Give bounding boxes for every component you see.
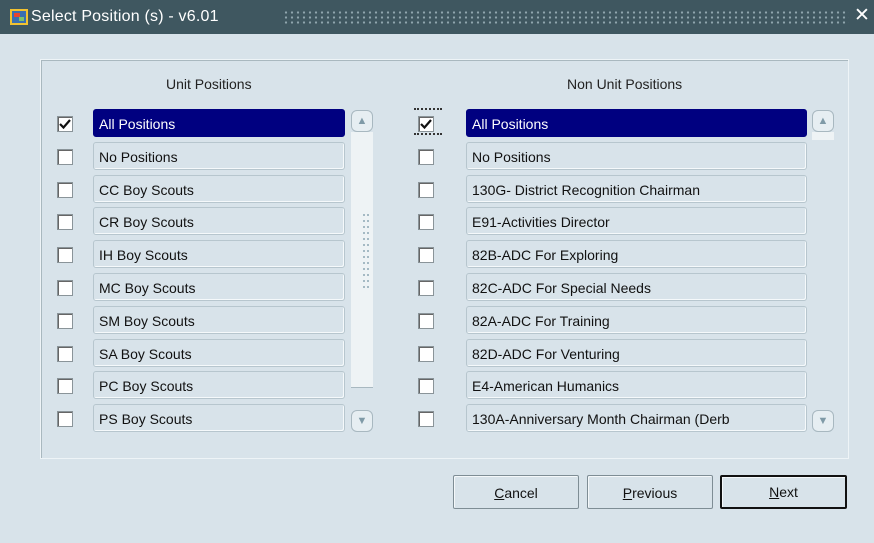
unit-position-checkbox[interactable] [57,116,73,132]
non-unit-positions-scrollbar[interactable]: ▲ ▼ [812,110,836,432]
non-unit-position-item[interactable]: No Positions [466,141,807,170]
scroll-up-arrow-icon[interactable]: ▲ [812,110,834,132]
unit-positions-scrollbar[interactable]: ▲ ▼ [351,110,375,432]
unit-position-item[interactable]: IH Boy Scouts [93,240,345,269]
non-unit-position-item[interactable]: E91-Activities Director [466,207,807,236]
next-button[interactable]: Next [720,475,847,509]
unit-position-checkbox[interactable] [57,378,73,395]
non-unit-position-item[interactable]: 130G- District Recognition Chairman [466,174,807,203]
unit-positions-header: Unit Positions [166,76,252,92]
unit-position-item[interactable]: SM Boy Scouts [93,305,345,334]
non-unit-position-checkbox[interactable] [418,345,434,362]
unit-position-item[interactable]: CC Boy Scouts [93,174,345,203]
non-unit-positions-header: Non Unit Positions [567,76,683,92]
window-title: Select Position (s) - v6.01 [31,8,219,25]
scroll-grip [362,212,370,290]
non-unit-position-checkbox[interactable] [418,181,434,198]
unit-position-checkbox[interactable] [57,148,73,165]
unit-position-checkbox[interactable] [57,411,73,428]
unit-position-checkbox[interactable] [57,345,73,362]
unit-position-item[interactable]: PS Boy Scouts [93,404,345,433]
scroll-up-arrow-icon[interactable]: ▲ [351,110,373,132]
non-unit-position-checkbox[interactable] [418,280,434,296]
select-position-dialog: Select Position (s) - v6.01 ✕ Unit Posit… [0,0,874,543]
non-unit-position-item[interactable]: 82C-ADC For Special Needs [466,273,807,301]
unit-position-checkbox[interactable] [57,214,73,231]
oracle-forms-icon [10,9,28,25]
non-unit-position-checkbox[interactable] [418,116,434,132]
non-unit-position-checkbox[interactable] [418,148,434,165]
unit-position-item[interactable]: SA Boy Scouts [93,338,345,367]
non-unit-position-checkbox[interactable] [418,411,434,428]
unit-position-checkbox[interactable] [57,280,73,296]
unit-position-checkbox[interactable] [57,247,73,264]
title-bar[interactable]: Select Position (s) - v6.01 ✕ [0,0,874,34]
checkmark-icon [420,119,432,130]
close-icon[interactable]: ✕ [854,6,870,26]
scroll-down-arrow-icon[interactable]: ▼ [812,410,834,432]
unit-position-checkbox[interactable] [57,312,73,329]
title-bar-pattern [283,10,849,24]
non-unit-position-item[interactable]: All Positions [466,109,807,137]
scroll-thumb[interactable] [351,132,373,387]
focus-indicator-top [414,108,442,110]
scroll-divider [351,387,373,388]
checkmark-icon [59,119,71,130]
non-unit-position-checkbox[interactable] [418,312,434,329]
unit-position-item[interactable]: MC Boy Scouts [93,273,345,301]
non-unit-position-item[interactable]: E4-American Humanics [466,371,807,400]
unit-position-item[interactable]: All Positions [93,109,345,137]
non-unit-position-item[interactable]: 82B-ADC For Exploring [466,240,807,269]
cancel-button[interactable]: Cancel [453,475,579,509]
non-unit-position-checkbox[interactable] [418,378,434,395]
scroll-down-arrow-icon[interactable]: ▼ [351,410,373,432]
non-unit-position-item[interactable]: 82A-ADC For Training [466,305,807,334]
unit-position-checkbox[interactable] [57,181,73,198]
non-unit-position-checkbox[interactable] [418,214,434,231]
unit-position-item[interactable]: No Positions [93,141,345,170]
focus-indicator-bottom [414,133,442,135]
non-unit-position-item[interactable]: 130A-Anniversary Month Chairman (Derb [466,404,807,433]
unit-position-item[interactable]: CR Boy Scouts [93,207,345,236]
non-unit-position-checkbox[interactable] [418,247,434,264]
unit-position-item[interactable]: PC Boy Scouts [93,371,345,400]
scroll-thumb[interactable] [812,132,834,140]
previous-button[interactable]: Previous [587,475,713,509]
non-unit-position-item[interactable]: 82D-ADC For Venturing [466,338,807,367]
